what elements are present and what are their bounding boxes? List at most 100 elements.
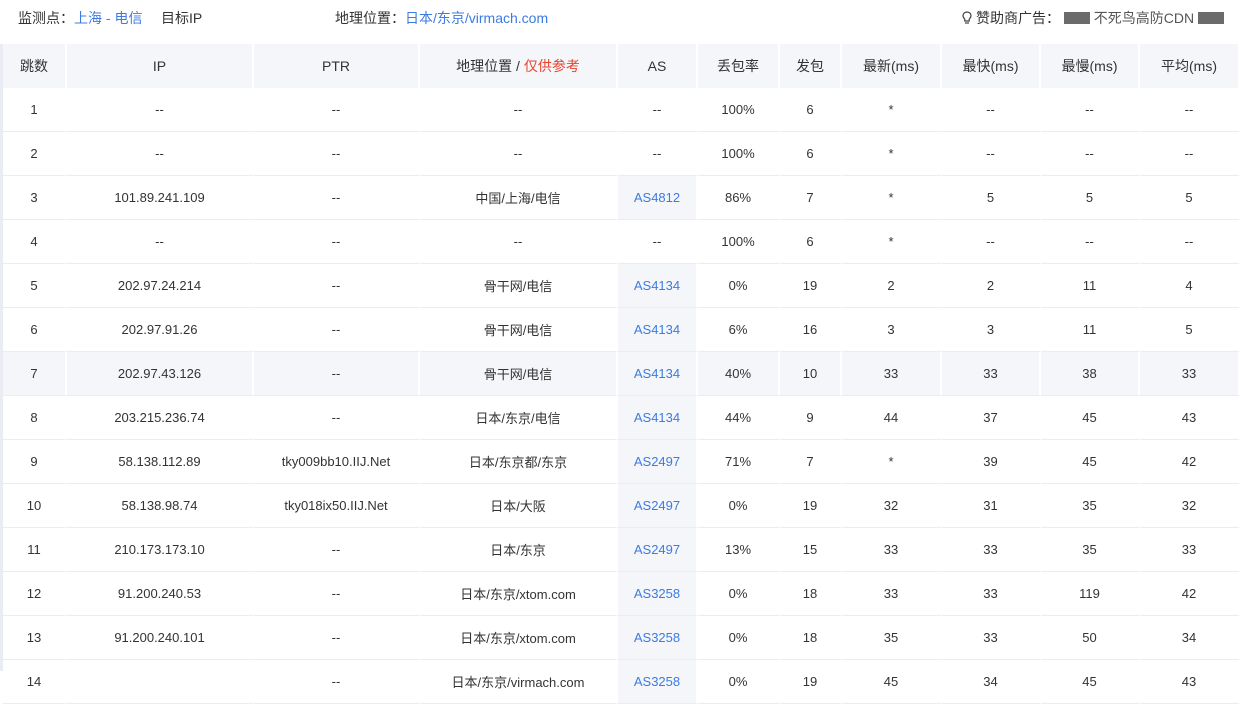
top-info-bar: 监测点：上海 - 电信 目标IP 地理位置：日本/东京/virmach.com … xyxy=(0,0,1240,34)
cell-best: 3 xyxy=(942,308,1041,352)
cell-worst: 45 xyxy=(1041,440,1140,484)
table-row[interactable]: 13 91.200.240.101 -- 日本/东京/xtom.com AS3258 0%… xyxy=(3,616,1240,660)
as-link[interactable]: AS2497 xyxy=(634,542,680,557)
table-row[interactable]: 4 -- -- -- -- 100% 6 * -- -- -- xyxy=(3,220,1240,264)
cell-worst: 38 xyxy=(1041,352,1140,396)
cell-ptr: -- xyxy=(254,88,420,132)
cell-best: 39 xyxy=(942,440,1041,484)
as-link[interactable]: AS3258 xyxy=(634,586,680,601)
as-link[interactable]: AS4812 xyxy=(634,190,680,205)
table-row[interactable]: 6 202.97.91.26 -- 骨干网/电信 AS4134 6% 16 3 3 11 5 xyxy=(3,308,1240,352)
table-row[interactable]: 5 202.97.24.214 -- 骨干网/电信 AS4134 0% 19 2 2 11 4 xyxy=(3,264,1240,308)
cell-ip: 91.200.240.53 xyxy=(67,572,254,616)
cell-loss: 44% xyxy=(698,396,780,440)
cell-best: 34 xyxy=(942,660,1041,704)
cell-hop: 4 xyxy=(3,220,67,264)
monitor-value-link[interactable]: 上海 - 电信 xyxy=(74,10,142,26)
cell-best: -- xyxy=(942,132,1041,176)
as-link[interactable]: AS2497 xyxy=(634,454,680,469)
sponsor-logo-left[interactable] xyxy=(1063,12,1090,24)
as-link[interactable]: AS3258 xyxy=(634,674,680,689)
cell-ip: -- xyxy=(67,220,254,264)
cell-best: -- xyxy=(942,220,1041,264)
cell-loss: 71% xyxy=(698,440,780,484)
cell-as: AS4812 xyxy=(618,176,698,220)
cell-best: 33 xyxy=(942,528,1041,572)
geo-value-link[interactable]: 日本/东京/virmach.com xyxy=(405,10,548,26)
cell-as: AS3258 xyxy=(618,572,698,616)
cell-loss: 86% xyxy=(698,176,780,220)
cell-avg: 42 xyxy=(1140,440,1240,484)
cell-as: -- xyxy=(618,220,698,264)
table-row[interactable]: 12 91.200.240.53 -- 日本/东京/xtom.com AS3258 0% 1… xyxy=(3,572,1240,616)
as-link[interactable]: AS3258 xyxy=(634,630,680,645)
cell-worst: 119 xyxy=(1041,572,1140,616)
as-link[interactable]: AS2497 xyxy=(634,498,680,513)
col-loss: 丢包率 xyxy=(698,44,780,88)
monitor-label: 监测点： xyxy=(18,10,74,26)
col-as: AS xyxy=(618,44,698,88)
cell-geo: 中国/上海/电信 xyxy=(420,176,618,220)
cell-worst: -- xyxy=(1041,132,1140,176)
cell-ptr: -- xyxy=(254,352,420,396)
cell-ptr: -- xyxy=(254,396,420,440)
cell-geo: 骨干网/电信 xyxy=(420,308,618,352)
cell-loss: 40% xyxy=(698,352,780,396)
cell-geo: 日本/东京/电信 xyxy=(420,396,618,440)
cell-as: AS4134 xyxy=(618,264,698,308)
cell-sent: 9 xyxy=(780,396,842,440)
table-row[interactable]: 7 202.97.43.126 -- 骨干网/电信 AS4134 40% 10 33 33 38 3… xyxy=(3,352,1240,396)
cell-geo: 日本/东京/xtom.com xyxy=(420,616,618,660)
cell-last: 33 xyxy=(842,528,942,572)
cell-avg: 43 xyxy=(1140,396,1240,440)
table-row[interactable]: 1 -- -- -- -- 100% 6 * -- -- -- xyxy=(3,88,1240,132)
cell-as: AS4134 xyxy=(618,352,698,396)
cell-avg: -- xyxy=(1140,88,1240,132)
cell-ptr: -- xyxy=(254,528,420,572)
cell-best: 2 xyxy=(942,264,1041,308)
cell-loss: 0% xyxy=(698,616,780,660)
table-row[interactable]: 10 58.138.98.74 tky018ix50.IIJ.Net 日本/大阪 AS2… xyxy=(3,484,1240,528)
cell-ptr: -- xyxy=(254,132,420,176)
table-row[interactable]: 14 -- 日本/东京/virmach.com AS3258 0% 19 45 34 45 43 xyxy=(3,660,1240,704)
col-best: 最快(ms) xyxy=(942,44,1041,88)
as-link[interactable]: AS4134 xyxy=(634,410,680,425)
cell-as: AS4134 xyxy=(618,308,698,352)
sponsor-logo-right[interactable] xyxy=(1198,12,1225,24)
cell-ip: 203.215.236.74 xyxy=(67,396,254,440)
sponsor-link[interactable]: 不死鸟高防CDN xyxy=(1094,10,1194,26)
cell-loss: 100% xyxy=(698,88,780,132)
table-row[interactable]: 3 101.89.241.109 -- 中国/上海/电信 AS4812 86% 7 * 5 5 5 xyxy=(3,176,1240,220)
as-link[interactable]: AS4134 xyxy=(634,366,680,381)
as-link[interactable]: AS4134 xyxy=(634,278,680,293)
cell-geo: -- xyxy=(420,132,618,176)
table-row[interactable]: 8 203.215.236.74 -- 日本/东京/电信 AS4134 44% 9 44 37 4… xyxy=(3,396,1240,440)
cell-ip: -- xyxy=(67,132,254,176)
cell-loss: 0% xyxy=(698,660,780,704)
col-avg: 平均(ms) xyxy=(1140,44,1240,88)
cell-avg: 43 xyxy=(1140,660,1240,704)
cell-ptr: tky009bb10.IIJ.Net xyxy=(254,440,420,484)
cell-avg: -- xyxy=(1140,132,1240,176)
cell-avg: 34 xyxy=(1140,616,1240,660)
table-row[interactable]: 11 210.173.173.10 -- 日本/东京 AS2497 13% 15 33 33 35… xyxy=(3,528,1240,572)
cell-sent: 10 xyxy=(780,352,842,396)
table-row[interactable]: 9 58.138.112.89 tky009bb10.IIJ.Net 日本/东京都/东… xyxy=(3,440,1240,484)
cell-sent: 6 xyxy=(780,220,842,264)
cell-loss: 100% xyxy=(698,132,780,176)
cell-sent: 7 xyxy=(780,176,842,220)
table-row[interactable]: 2 -- -- -- -- 100% 6 * -- -- -- xyxy=(3,132,1240,176)
cell-last: 33 xyxy=(842,352,942,396)
cell-loss: 6% xyxy=(698,308,780,352)
cell-sent: 15 xyxy=(780,528,842,572)
as-link[interactable]: AS4134 xyxy=(634,322,680,337)
sponsor-ad: 赞助商广告： 不死鸟高防CDN xyxy=(962,8,1225,28)
cell-worst: -- xyxy=(1041,220,1140,264)
cell-geo: 骨干网/电信 xyxy=(420,264,618,308)
cell-last: 33 xyxy=(842,572,942,616)
cell-geo: -- xyxy=(420,88,618,132)
cell-best: 5 xyxy=(942,176,1041,220)
cell-best: 37 xyxy=(942,396,1041,440)
cell-worst: 11 xyxy=(1041,308,1140,352)
cell-worst: 5 xyxy=(1041,176,1140,220)
